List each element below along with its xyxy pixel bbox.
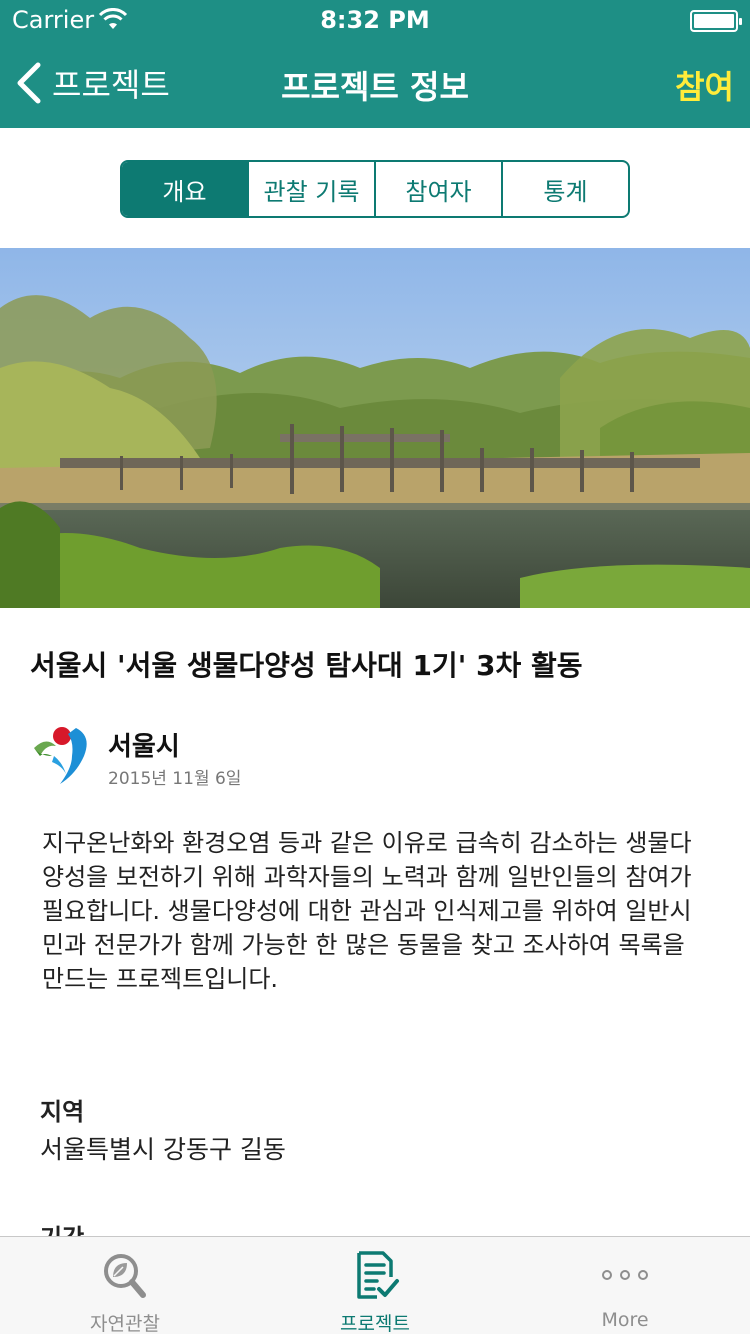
tab-more[interactable]: More [500, 1237, 750, 1334]
back-label: 프로젝트 [52, 66, 170, 104]
status-bar: Carrier 8:32 PM [0, 0, 750, 40]
tab-label: 자연관찰 [90, 1313, 160, 1334]
more-dots-icon [602, 1270, 648, 1280]
project-hero-image [0, 248, 750, 608]
back-button[interactable]: 프로젝트 [14, 60, 170, 106]
organizer-name: 서울시 [108, 732, 180, 762]
segmented-control: 개요 관찰 기록 참여자 통계 [120, 160, 630, 218]
header: Carrier 8:32 PM 프로젝트 프로젝트 정보 참여 [0, 0, 750, 128]
project-title: 서울시 '서울 생물다양성 탐사대 1기' 3차 활동 [30, 649, 583, 682]
document-check-icon [357, 1251, 399, 1299]
nav-bar: 프로젝트 프로젝트 정보 참여 [0, 40, 750, 128]
seoul-logo-icon [34, 727, 87, 784]
join-button[interactable]: 참여 [675, 62, 734, 108]
segment-overview[interactable]: 개요 [122, 162, 247, 216]
tab-nature-observation[interactable]: 자연관찰 [0, 1237, 250, 1334]
tab-bar: 자연관찰 프로젝트 More [0, 1236, 750, 1334]
segment-participants[interactable]: 참여자 [374, 162, 501, 216]
project-date: 2015년 11월 6일 [108, 769, 242, 789]
tab-label: More [601, 1309, 649, 1331]
segment-statistics[interactable]: 통계 [501, 162, 628, 216]
magnifier-leaf-icon [104, 1254, 146, 1298]
chevron-left-icon [17, 62, 41, 104]
region-value: 서울특별시 강동구 길동 [40, 1135, 286, 1164]
status-time: 8:32 PM [320, 6, 430, 34]
project-description: 지구온난화와 환경오염 등과 같은 이유로 급속히 감소하는 생물다양성을 보전… [42, 829, 692, 993]
segment-observations[interactable]: 관찰 기록 [247, 162, 374, 216]
tab-project[interactable]: 프로젝트 [250, 1237, 500, 1334]
battery-icon [690, 10, 742, 32]
organizer-block: 서울시 2015년 11월 6일 [32, 722, 732, 792]
region-label: 지역 [40, 1098, 85, 1126]
tab-label: 프로젝트 [340, 1313, 410, 1334]
